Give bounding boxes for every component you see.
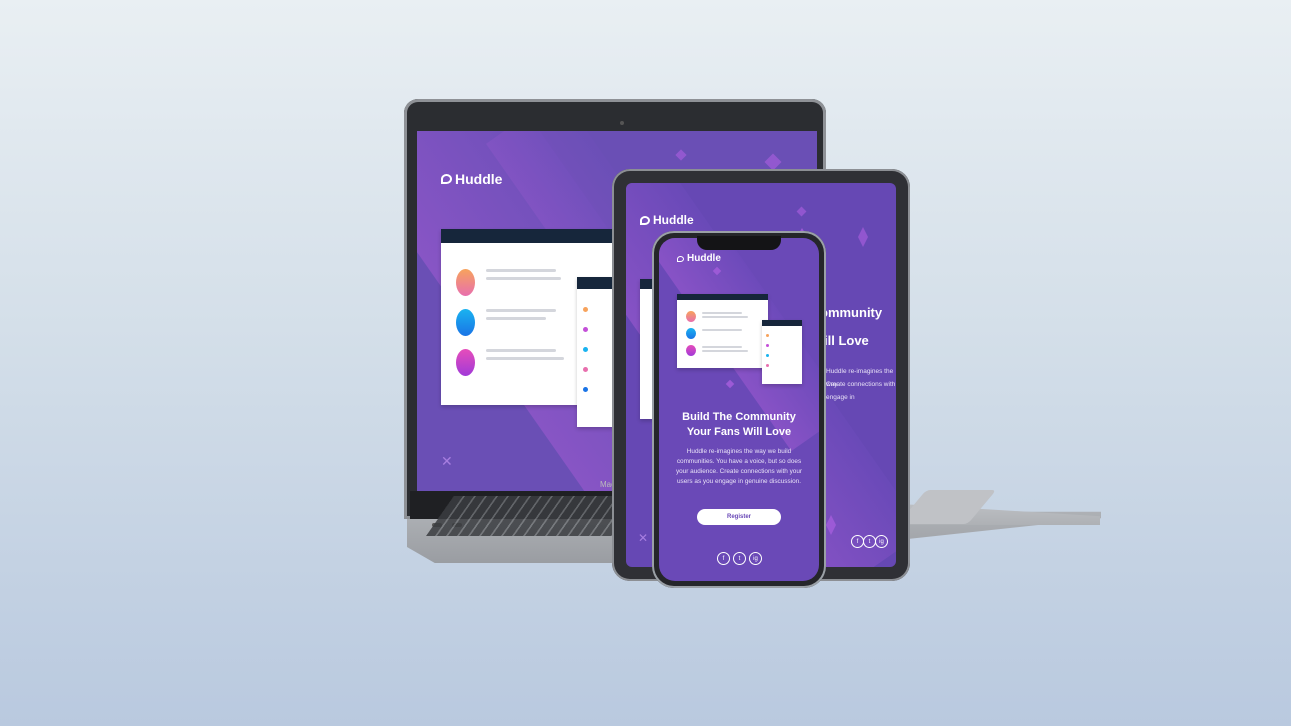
phone-description: Huddle re-imagines the way we build comm… — [675, 448, 803, 485]
huddle-logo: Huddle — [640, 213, 694, 227]
text-line — [486, 277, 561, 280]
laptop-camera — [620, 121, 624, 125]
avatar-dot — [583, 327, 588, 332]
text-line — [486, 269, 556, 272]
mockup-header — [677, 294, 768, 300]
phone-headline: Build The Community Your Fans Will Love — [682, 411, 796, 438]
avatar-dot — [766, 364, 769, 367]
phone-notch — [697, 236, 781, 250]
text-line — [486, 317, 546, 320]
text-line — [486, 349, 556, 352]
text-line — [702, 350, 748, 352]
avatar — [456, 269, 475, 296]
avatar — [686, 311, 696, 322]
decor-diamond — [858, 227, 868, 247]
decor-diamond — [675, 149, 687, 161]
avatar-dot — [583, 367, 588, 372]
avatar-dot — [766, 344, 769, 347]
chat-bubble-icon — [441, 174, 452, 184]
avatar — [686, 328, 696, 339]
decor-diamond — [725, 379, 735, 389]
tablet-headline-1: ommunity — [820, 305, 883, 320]
text-line — [486, 357, 564, 360]
chat-bubble-icon — [640, 215, 650, 225]
text-line — [702, 346, 742, 348]
phone-screen: Huddle Build The Community Your Fans Wil… — [659, 238, 819, 581]
tablet-desc-line: Create connections with — [826, 381, 896, 388]
mockup-header — [441, 229, 621, 243]
close-decor-icon: ✕ — [638, 531, 649, 545]
avatar-dot — [766, 354, 769, 357]
mockup-header — [762, 320, 802, 326]
avatar — [456, 309, 475, 336]
tablet-desc-line: engage in — [826, 394, 855, 401]
facebook-icon[interactable]: f — [717, 552, 730, 565]
avatar-dot — [583, 307, 588, 312]
huddle-logo: Huddle — [677, 253, 721, 264]
app-mockup-card-small — [762, 320, 802, 384]
avatar-dot — [583, 347, 588, 352]
close-decor-icon: ✕ — [441, 453, 453, 469]
decor-diamond — [764, 153, 782, 171]
avatar — [456, 349, 475, 376]
instagram-icon[interactable]: ig — [875, 535, 888, 548]
twitter-icon[interactable]: t — [733, 552, 746, 565]
text-line — [702, 329, 742, 331]
app-mockup-card — [677, 294, 768, 368]
logo-text: Huddle — [455, 171, 503, 187]
avatar-dot — [766, 334, 769, 337]
huddle-logo: Huddle — [441, 171, 502, 187]
text-line — [486, 309, 556, 312]
logo-text: Huddle — [653, 213, 694, 227]
text-line — [702, 312, 742, 314]
chat-bubble-icon — [677, 255, 684, 262]
text-line — [702, 316, 748, 318]
register-button[interactable]: Register — [697, 509, 781, 525]
instagram-icon[interactable]: ig — [749, 552, 762, 565]
decor-diamond — [796, 206, 807, 217]
avatar-dot — [583, 387, 588, 392]
logo-text: Huddle — [687, 253, 721, 264]
avatar — [686, 345, 696, 356]
tablet-headline-2: ill Love — [824, 333, 869, 348]
